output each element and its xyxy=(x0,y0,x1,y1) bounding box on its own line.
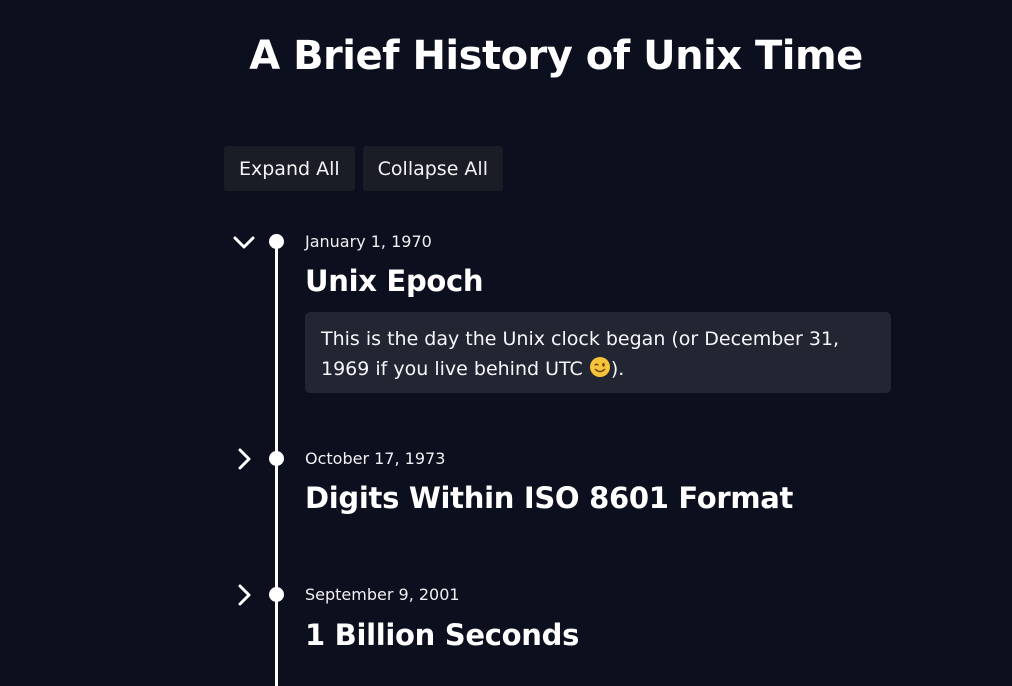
timeline-item-date: October 17, 1973 xyxy=(305,449,446,468)
winking-face-icon xyxy=(589,356,611,387)
description-text-end: ). xyxy=(610,358,625,380)
timeline-item-date: January 1, 1970 xyxy=(305,232,432,251)
timeline-item-title: 1 Billion Seconds xyxy=(305,618,580,652)
chevron-right-icon[interactable] xyxy=(232,447,256,471)
chevron-down-icon[interactable] xyxy=(232,231,256,255)
timeline-controls: Expand All Collapse All xyxy=(224,146,503,191)
timeline-dot xyxy=(269,451,284,466)
timeline-item-description: This is the day the Unix clock began (or… xyxy=(305,312,891,393)
timeline-item-title: Unix Epoch xyxy=(305,264,484,298)
timeline-dot xyxy=(269,234,284,249)
chevron-right-icon[interactable] xyxy=(232,583,256,607)
description-text: This is the day the Unix clock began (or… xyxy=(321,328,840,380)
expand-all-button[interactable]: Expand All xyxy=(224,146,355,191)
timeline-dot xyxy=(269,587,284,602)
collapse-all-button[interactable]: Collapse All xyxy=(362,146,503,191)
timeline-item-date: September 9, 2001 xyxy=(305,585,460,604)
page: A Brief History of Unix Time Expand All … xyxy=(0,0,1012,686)
timeline-item-title: Digits Within ISO 8601 Format xyxy=(305,481,794,515)
page-title: A Brief History of Unix Time xyxy=(249,33,863,79)
